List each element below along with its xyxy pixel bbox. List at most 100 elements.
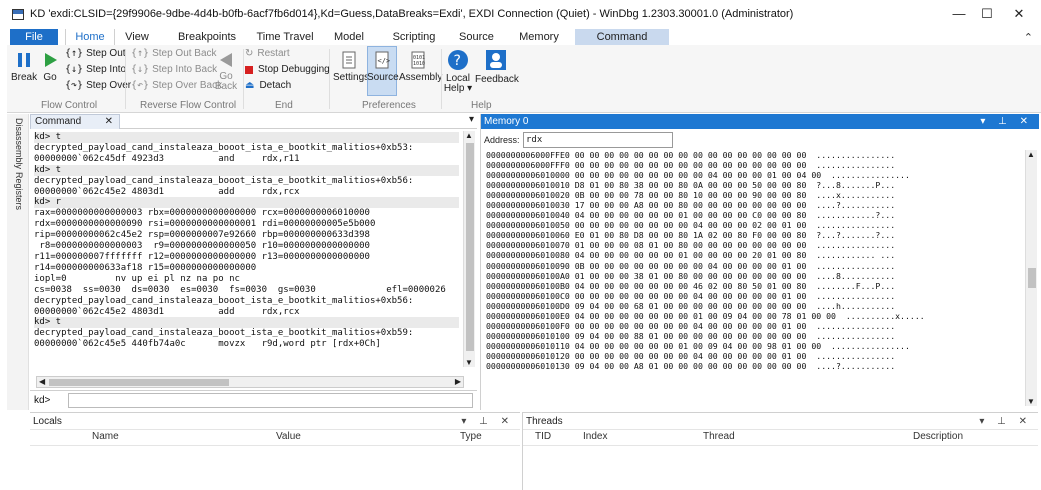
- tab-source[interactable]: Source: [459, 29, 494, 45]
- command-output-line: decrypted_payload_cand_instaleaza_booot_…: [34, 328, 414, 339]
- step-into-button[interactable]: {↓} Step Into: [65, 64, 126, 75]
- stop-debugging-button[interactable]: Stop Debugging: [245, 64, 330, 75]
- tab-model[interactable]: Model: [333, 29, 365, 45]
- local-help-button[interactable]: ? Local Help ▾: [443, 49, 473, 94]
- feedback-button[interactable]: Feedback: [475, 49, 519, 85]
- ribbon-tab-bar: File Home View Breakpoints Time Travel M…: [7, 29, 1041, 45]
- memory-row: 00000000006010120 00 00 00 00 00 00 00 0…: [486, 350, 896, 361]
- restart-icon: ↻: [245, 48, 254, 59]
- restart-button[interactable]: ↻ Restart: [245, 48, 290, 59]
- pane-controls[interactable]: ▾ ⊥ ✕: [980, 114, 1033, 129]
- kd-prompt: kd>: [34, 395, 51, 406]
- maximize-button[interactable]: ☐: [972, 6, 1002, 22]
- side-tab-strip: Disassembly Registers: [7, 114, 29, 410]
- feedback-person-icon: [486, 50, 506, 70]
- step-into-icon: {↓}: [65, 64, 84, 75]
- group-divider: [125, 49, 126, 109]
- assembly-binary-icon: 01011010: [411, 51, 425, 69]
- source-button[interactable]: </> Source: [367, 51, 399, 83]
- tab-memory[interactable]: Memory: [519, 29, 559, 45]
- scroll-right-icon[interactable]: ▶: [455, 377, 461, 386]
- detach-label: Detach: [259, 80, 292, 91]
- command-output-line: rip=00000000062c45e2 rsp=0000000007e9266…: [34, 230, 370, 241]
- address-label: Address:: [484, 135, 520, 145]
- memory-row: 000000000060100C0 00 00 00 00 00 00 00 0…: [486, 290, 896, 301]
- step-over-back-icon: {↶}: [131, 80, 150, 91]
- command-input[interactable]: [68, 393, 473, 408]
- pane-controls[interactable]: ▾ ⊥ ✕: [461, 413, 514, 430]
- go-button[interactable]: Go: [39, 51, 61, 83]
- memory-row: 0000000006000FFE0 00 00 00 00 00 00 00 0…: [486, 150, 896, 160]
- command-vertical-scrollbar[interactable]: ▲ ▼: [463, 131, 475, 367]
- tab-scripting[interactable]: Scripting: [392, 29, 436, 45]
- scroll-up-icon[interactable]: ▲: [465, 131, 473, 140]
- close-icon[interactable]: ✕: [105, 115, 113, 128]
- step-out-back-button[interactable]: {↑} Step Out Back: [131, 48, 217, 59]
- memory-vertical-scrollbar[interactable]: ▲ ▼: [1025, 150, 1037, 406]
- help-question-icon: ?: [448, 50, 468, 70]
- pane-controls[interactable]: ▾ ⊥ ✕: [979, 413, 1032, 430]
- memory-row: 00000000006010070 01 00 00 00 08 01 00 8…: [486, 240, 896, 251]
- step-out-button[interactable]: {↑} Step Out: [65, 48, 126, 59]
- tab-command[interactable]: Command: [575, 29, 669, 45]
- tab-time-travel[interactable]: Time Travel: [255, 29, 315, 45]
- feedback-label: Feedback: [475, 74, 519, 85]
- scroll-down-icon[interactable]: ▼: [1027, 397, 1035, 406]
- side-tab-disassembly[interactable]: Disassembly: [14, 118, 24, 169]
- column-type[interactable]: Type: [460, 431, 482, 445]
- scroll-thumb[interactable]: [49, 379, 229, 386]
- assembly-button[interactable]: 0101 1010 Assembly: [399, 51, 442, 83]
- memory-title: Memory 0: [484, 116, 529, 127]
- minimize-button[interactable]: —: [944, 6, 974, 21]
- scroll-thumb[interactable]: [466, 143, 474, 351]
- settings-label: Settings: [333, 72, 370, 83]
- step-out-back-label: Step Out Back: [152, 48, 217, 59]
- step-into-label: Step Into: [86, 64, 127, 75]
- step-out-label: Step Out: [86, 48, 126, 59]
- detach-button[interactable]: ⏏ Detach: [245, 80, 291, 91]
- column-thread[interactable]: Thread: [703, 431, 735, 445]
- threads-window: Threads ▾ ⊥ ✕ TID Index Thread Descripti…: [522, 412, 1038, 490]
- settings-icon: [342, 51, 356, 69]
- command-output-line: 00000000`062c45df 4923d3 and rdx,r11: [34, 153, 300, 164]
- memory-dump[interactable]: 0000000006000FFE0 00 00 00 00 00 00 00 0…: [486, 150, 1021, 408]
- close-button[interactable]: ✕: [1004, 6, 1034, 22]
- scroll-left-icon[interactable]: ◀: [39, 377, 45, 386]
- memory-row: 000000000060100A0 01 00 00 00 38 01 00 8…: [486, 270, 896, 281]
- flow-control-group-label: Flow Control: [41, 100, 98, 111]
- step-over-back-button[interactable]: {↶} Step Over Back: [131, 80, 222, 91]
- go-label: Go: [43, 72, 57, 83]
- side-tab-registers[interactable]: Registers: [14, 172, 24, 210]
- memory-row: 00000000006010020 0B 00 00 00 78 00 00 8…: [486, 190, 896, 201]
- break-button[interactable]: Break: [11, 51, 37, 83]
- memory-row: 00000000006010000 00 00 00 00 00 00 00 0…: [486, 170, 910, 181]
- column-value[interactable]: Value: [276, 431, 301, 445]
- tab-breakpoints[interactable]: Breakpoints: [177, 29, 237, 45]
- scroll-down-icon[interactable]: ▼: [465, 358, 473, 367]
- command-window: Command ✕ ▾ kd> t decrypted_payload_cand_…: [30, 114, 477, 410]
- group-divider: [329, 49, 330, 109]
- step-over-button[interactable]: {↷} Step Over: [65, 80, 131, 91]
- collapse-ribbon-icon[interactable]: ⌃: [1024, 31, 1033, 44]
- memory-row: 00000000006010080 04 00 00 00 00 00 00 0…: [486, 250, 896, 261]
- go-back-button[interactable]: Go Back: [213, 51, 239, 92]
- step-into-back-button[interactable]: {↓} Step Into Back: [131, 64, 217, 75]
- column-index[interactable]: Index: [583, 431, 607, 445]
- tab-file[interactable]: File: [10, 29, 58, 45]
- scroll-thumb[interactable]: [1028, 268, 1036, 288]
- settings-button[interactable]: Settings: [333, 51, 369, 83]
- column-name[interactable]: Name: [92, 431, 119, 445]
- pane-menu-chevron-icon[interactable]: ▾: [469, 114, 474, 125]
- address-input[interactable]: rdx: [523, 132, 673, 148]
- tab-home[interactable]: Home: [65, 29, 115, 45]
- group-divider: [243, 49, 244, 109]
- column-description[interactable]: Description: [913, 431, 963, 445]
- memory-row: 0000000006000FFF0 00 00 00 00 00 00 00 0…: [486, 160, 896, 171]
- scroll-up-icon[interactable]: ▲: [1027, 150, 1035, 159]
- command-horizontal-scrollbar[interactable]: ◀ ▶: [36, 376, 464, 388]
- tab-view[interactable]: View: [122, 29, 152, 45]
- command-input-row: kd>: [30, 390, 477, 410]
- command-output[interactable]: kd> t decrypted_payload_cand_instaleaza_b…: [34, 132, 459, 382]
- command-tab[interactable]: Command ✕: [30, 114, 120, 129]
- column-tid[interactable]: TID: [535, 431, 551, 445]
